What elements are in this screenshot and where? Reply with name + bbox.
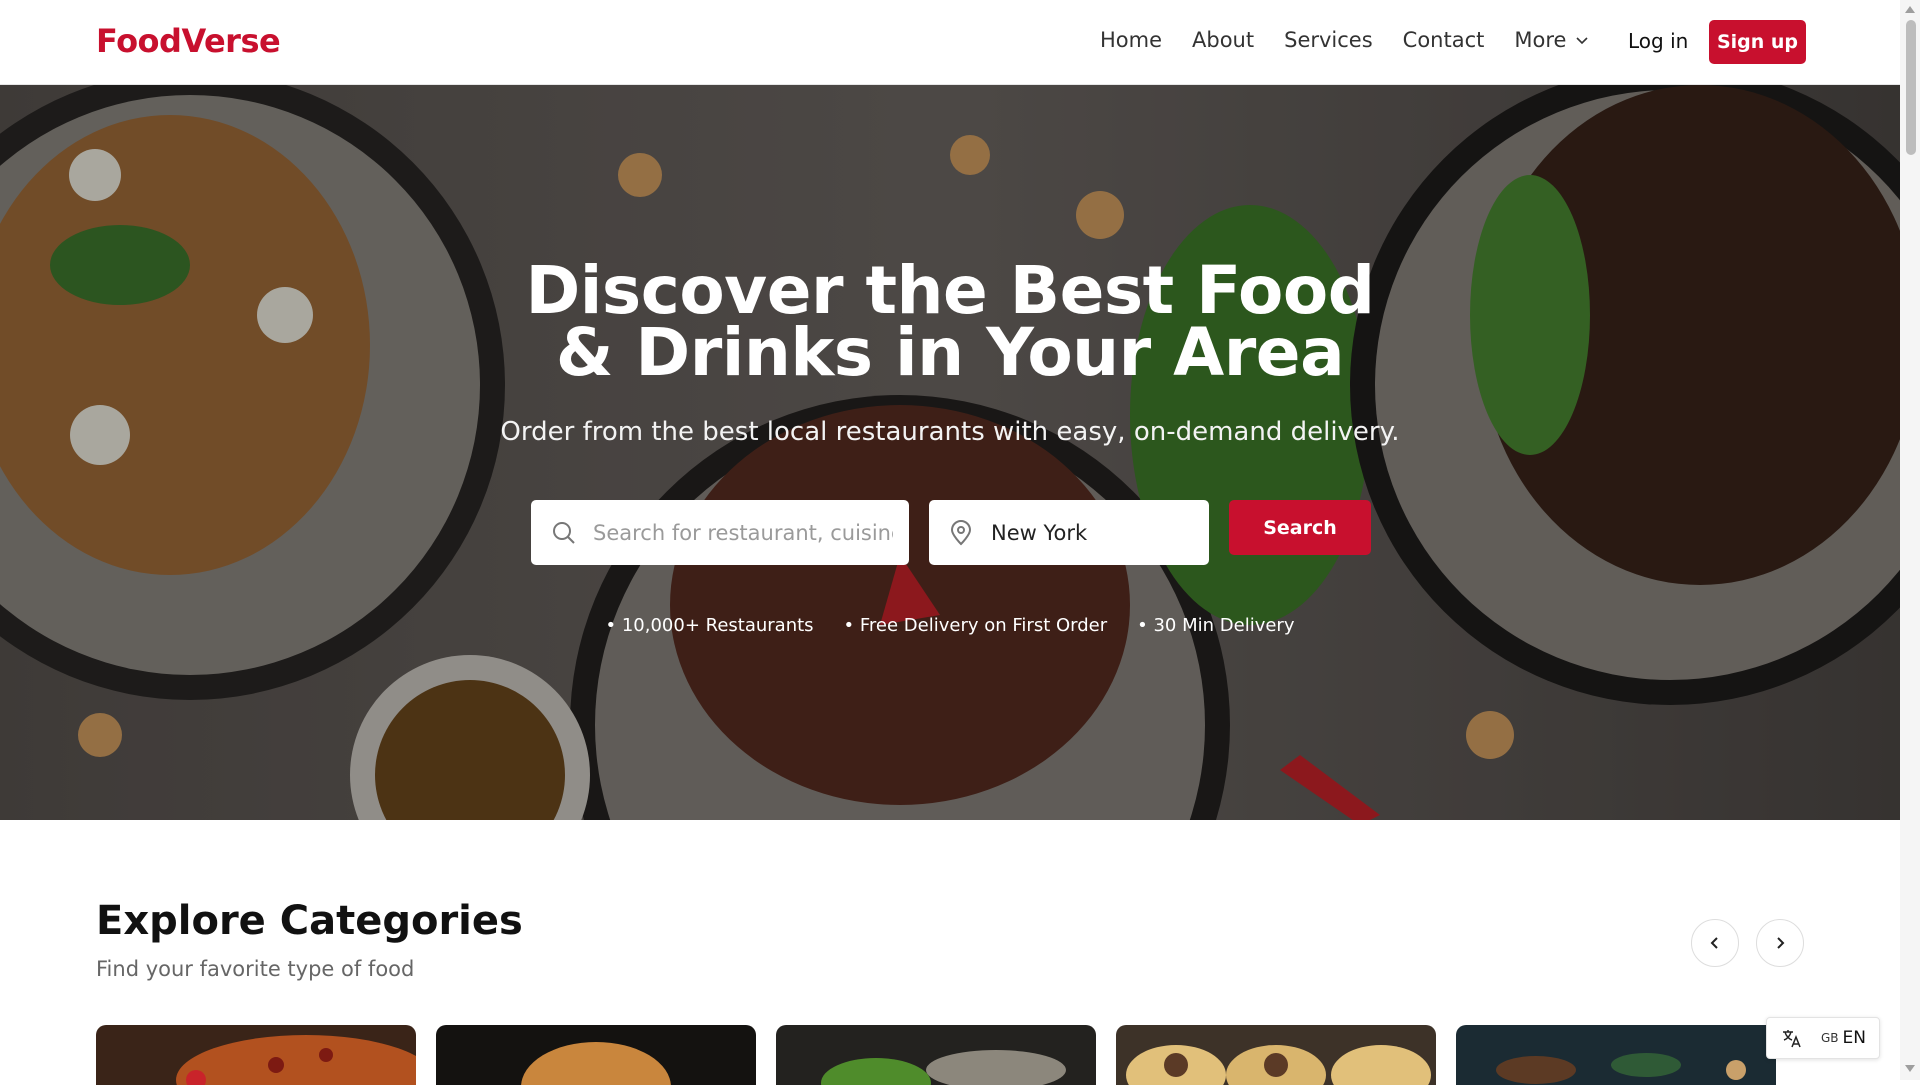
restaurant-search[interactable] bbox=[531, 500, 909, 565]
category-card-tacos[interactable] bbox=[1116, 1025, 1436, 1085]
category-card-burger[interactable] bbox=[436, 1025, 756, 1085]
hero-title-line1: Discover the Best Food bbox=[525, 252, 1375, 329]
hero-title-line2: & Drinks in Your Area bbox=[555, 314, 1345, 391]
login-link[interactable]: Log in bbox=[1628, 29, 1688, 53]
signup-button[interactable]: Sign up bbox=[1709, 20, 1806, 64]
bowls-image bbox=[1456, 1025, 1776, 1085]
nav-about[interactable]: About bbox=[1192, 28, 1254, 52]
chevron-left-icon bbox=[1710, 937, 1718, 949]
burger-image bbox=[436, 1025, 756, 1085]
category-card-bowls[interactable] bbox=[1456, 1025, 1776, 1085]
language-country: GB bbox=[1821, 1031, 1839, 1045]
main-nav: Home About Services Contact More bbox=[1100, 28, 1590, 52]
hero-subtitle: Order from the best local restaurants wi… bbox=[500, 417, 1400, 447]
salad-image bbox=[776, 1025, 1096, 1085]
nav-more-dropdown[interactable]: More bbox=[1514, 28, 1590, 52]
search-button[interactable]: Search bbox=[1229, 500, 1371, 555]
scroll-up-arrow-icon[interactable] bbox=[1904, 4, 1916, 14]
nav-more-label: More bbox=[1514, 28, 1567, 52]
language-switcher[interactable]: GB EN bbox=[1766, 1017, 1880, 1059]
location-pin-icon bbox=[950, 520, 972, 546]
brand-logo[interactable]: FoodVerse bbox=[96, 22, 281, 60]
categories-title: Explore Categories bbox=[96, 898, 523, 944]
chevron-down-icon bbox=[1576, 37, 1589, 45]
feature-restaurants: • 10,000+ Restaurants bbox=[605, 615, 814, 636]
chevron-right-icon bbox=[1777, 937, 1785, 949]
page-scrollbar[interactable] bbox=[1900, 0, 1920, 1080]
search-icon bbox=[553, 522, 575, 544]
hero-features: • 10,000+ Restaurants • Free Delivery on… bbox=[0, 615, 1900, 636]
language-code: EN bbox=[1842, 1028, 1866, 1048]
scroll-down-arrow-icon[interactable] bbox=[1904, 1064, 1916, 1074]
carousel-next-button[interactable] bbox=[1756, 919, 1804, 967]
pizza-image bbox=[96, 1025, 416, 1085]
location-field[interactable] bbox=[929, 500, 1209, 565]
nav-services[interactable]: Services bbox=[1284, 28, 1373, 52]
tacos-image bbox=[1116, 1025, 1436, 1085]
location-input[interactable] bbox=[989, 512, 1193, 554]
hero-section: Discover the Best Food & Drinks in Your … bbox=[0, 85, 1900, 820]
categories-subtitle: Find your favorite type of food bbox=[96, 957, 415, 981]
top-navbar: FoodVerse Home About Services Contact Mo… bbox=[0, 0, 1900, 85]
translate-icon bbox=[1783, 1030, 1801, 1048]
nav-home[interactable]: Home bbox=[1100, 28, 1162, 52]
nav-contact[interactable]: Contact bbox=[1403, 28, 1485, 52]
hero-title: Discover the Best Food & Drinks in Your … bbox=[0, 252, 1900, 391]
feature-free-delivery: • Free Delivery on First Order bbox=[843, 615, 1108, 636]
carousel-prev-button[interactable] bbox=[1691, 919, 1739, 967]
scrollbar-thumb[interactable] bbox=[1906, 20, 1916, 155]
category-card-salad[interactable] bbox=[776, 1025, 1096, 1085]
feature-fast-delivery: • 30 Min Delivery bbox=[1137, 615, 1295, 636]
hero-dark-overlay bbox=[0, 85, 1900, 820]
search-input[interactable] bbox=[591, 512, 895, 554]
category-card-pizza[interactable] bbox=[96, 1025, 416, 1085]
